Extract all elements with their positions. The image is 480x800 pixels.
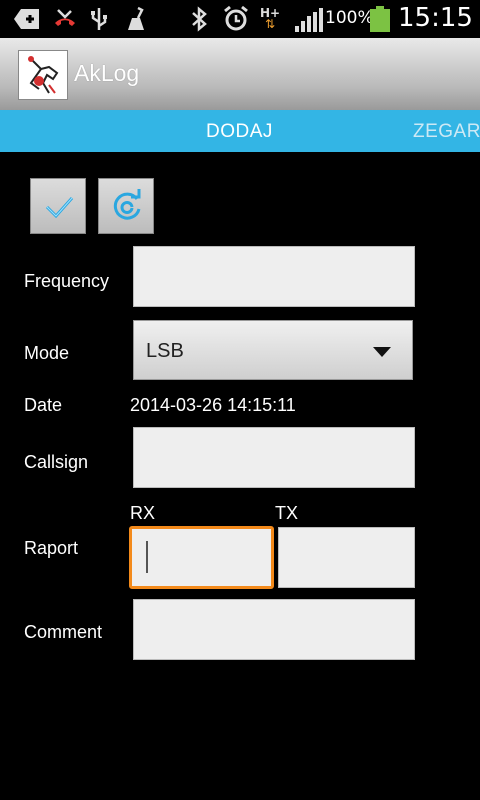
hplus-data-icon: H+ ⇅ <box>260 6 280 32</box>
mode-selected-value: LSB <box>146 340 184 362</box>
add-notification-icon <box>14 6 40 32</box>
tx-label: TX <box>275 503 299 523</box>
raport-label: Raport <box>24 538 79 558</box>
data-arrows: ⇅ <box>265 17 276 31</box>
comment-label: Comment <box>24 622 103 642</box>
frequency-label: Frequency <box>24 271 110 291</box>
action-bar: AkLog <box>0 38 480 110</box>
app-logo-icon[interactable] <box>18 50 68 100</box>
missed-call-icon <box>52 6 78 32</box>
callsign-input[interactable] <box>133 427 415 488</box>
rx-input[interactable] <box>129 526 274 589</box>
comment-input[interactable] <box>133 599 415 660</box>
tab-dodaj[interactable]: DODAJ <box>206 121 273 143</box>
save-button[interactable] <box>30 178 86 234</box>
usb-icon <box>88 6 110 32</box>
mode-select[interactable]: LSB <box>133 320 413 380</box>
signal-icon <box>295 8 323 32</box>
battery-icon <box>370 6 390 32</box>
battery-percent: 100% <box>325 8 374 28</box>
bluetooth-icon <box>190 6 208 32</box>
rx-label: RX <box>130 503 156 523</box>
alarm-icon <box>222 5 250 32</box>
reset-button[interactable] <box>98 178 154 234</box>
tab-strip: DODAJ ZEGAR <box>0 110 480 152</box>
tx-input[interactable] <box>278 527 415 588</box>
tab-zegar[interactable]: ZEGAR <box>413 121 480 143</box>
date-label: Date <box>24 395 63 415</box>
app-title: AkLog <box>74 60 140 86</box>
text-cursor <box>146 541 148 573</box>
mode-label: Mode <box>24 343 70 363</box>
chevron-down-icon <box>373 347 391 357</box>
frequency-input[interactable] <box>133 246 415 307</box>
cleaner-icon <box>124 6 148 32</box>
callsign-label: Callsign <box>24 452 89 472</box>
date-value: 2014-03-26 14:15:11 <box>130 395 296 415</box>
clock: 15:15 <box>398 3 473 33</box>
status-bar: H+ ⇅ 100% 15:15 <box>0 0 480 38</box>
